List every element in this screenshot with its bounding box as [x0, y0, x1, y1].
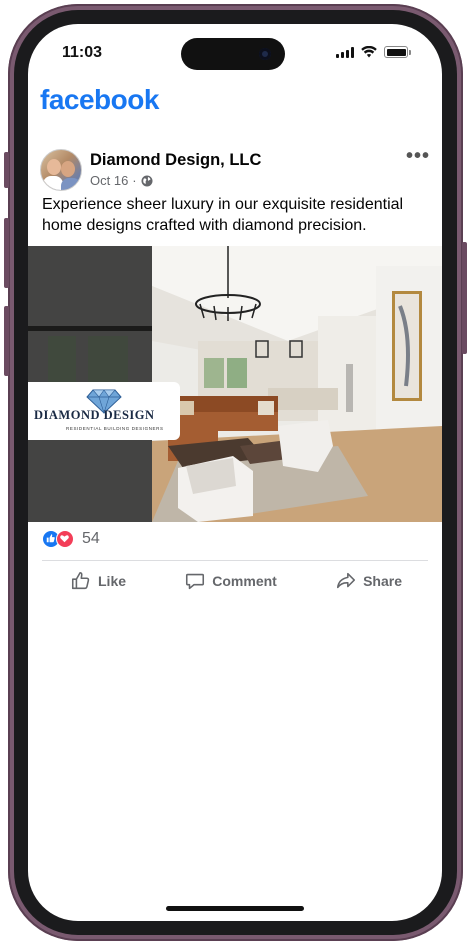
volume-down-button: [4, 306, 9, 376]
logo-brand-text: DIAMOND DESIGN: [34, 408, 155, 422]
power-button: [462, 242, 467, 354]
reaction-icons: [42, 530, 76, 548]
reaction-count: 54: [82, 530, 100, 547]
globe-icon: [141, 175, 153, 186]
meta-separator: ·: [132, 173, 137, 188]
comment-button[interactable]: Comment: [156, 568, 303, 594]
love-reaction-icon: [56, 530, 74, 548]
share-label: Share: [363, 573, 402, 589]
home-indicator[interactable]: [166, 906, 304, 911]
like-button[interactable]: Like: [42, 568, 152, 594]
actions-divider: [42, 560, 428, 561]
logo-tagline: RESIDENTIAL BUILDING DESIGNERS: [66, 426, 164, 431]
like-icon: [71, 571, 90, 590]
action-button: [4, 152, 9, 188]
comment-label: Comment: [212, 573, 277, 589]
phone-screen: 11:03 facebook Diamond Design, LLC Oct 1…: [28, 24, 442, 921]
diamond-design-logo: DIAMOND DESIGN RESIDENTIAL BUILDING DESI…: [28, 382, 180, 440]
post-actions: Like Comment Share: [42, 568, 428, 594]
post-text: Experience sheer luxury in our exquisite…: [42, 196, 404, 234]
camera-icon: [259, 48, 271, 60]
facebook-logo[interactable]: facebook: [40, 84, 159, 116]
post-date[interactable]: Oct 16: [90, 173, 128, 188]
battery-icon: [384, 46, 411, 58]
post-image[interactable]: DIAMOND DESIGN RESIDENTIAL BUILDING DESI…: [28, 246, 442, 522]
wifi-icon: [361, 46, 377, 58]
post-meta: Oct 16 ·: [90, 173, 153, 188]
comment-icon: [186, 573, 205, 590]
reaction-summary[interactable]: 54: [42, 530, 100, 548]
share-icon: [337, 572, 356, 589]
signal-icon: [336, 46, 354, 58]
page-avatar[interactable]: [40, 149, 82, 191]
volume-up-button: [4, 218, 9, 288]
dynamic-island: [181, 38, 285, 70]
more-options-icon[interactable]: •••: [406, 146, 430, 166]
post-header: Diamond Design, LLC Oct 16 · •••: [40, 146, 432, 191]
page-name[interactable]: Diamond Design, LLC: [90, 151, 261, 170]
status-icons: [336, 46, 411, 58]
share-button[interactable]: Share: [307, 568, 428, 594]
like-label: Like: [98, 573, 127, 589]
status-time: 11:03: [62, 44, 103, 61]
